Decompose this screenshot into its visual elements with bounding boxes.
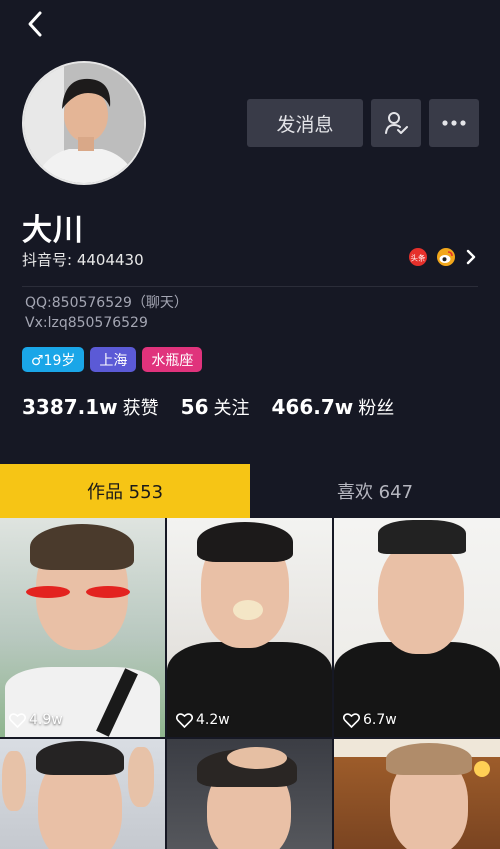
more-button[interactable] <box>429 99 479 147</box>
douyin-id: 抖音号: 4404430 <box>22 251 144 269</box>
content-tabs: 作品 553 喜欢 647 <box>0 464 500 518</box>
more-dots-icon <box>442 120 466 126</box>
video-thumbnail[interactable] <box>334 739 500 849</box>
profile-tags: ♂19岁 上海 水瓶座 <box>22 347 203 372</box>
video-like-count: 4.2w <box>176 712 230 728</box>
stat-fans[interactable]: 466.7w 粉丝 <box>272 394 395 420</box>
stat-likes: 3387.1w 获赞 <box>22 394 159 420</box>
stat-fans-label: 粉丝 <box>358 398 395 419</box>
follow-user-icon <box>385 112 408 134</box>
tag-zodiac: 水瓶座 <box>142 347 203 372</box>
video-like-number: 4.9w <box>29 712 63 728</box>
video-thumbnail[interactable] <box>167 739 332 849</box>
chevron-right-icon[interactable] <box>464 248 478 266</box>
follow-button[interactable] <box>371 99 421 147</box>
bio: QQ:850576529（聊天） Vx:lzq850576529 <box>25 293 188 333</box>
tab-works[interactable]: 作品 553 <box>0 464 250 518</box>
video-like-count: 4.9w <box>9 712 63 728</box>
heart-icon <box>343 712 360 728</box>
video-thumbnail[interactable]: 6.7w <box>334 518 500 737</box>
toutiao-label: 头条 <box>411 253 426 263</box>
share-icons: 头条 <box>408 247 478 267</box>
avatar[interactable] <box>22 61 146 185</box>
profile-name: 大川 <box>22 213 84 248</box>
send-message-button[interactable]: 发消息 <box>247 99 363 147</box>
stat-fans-number: 466.7w <box>271 395 354 419</box>
video-like-number: 6.7w <box>363 712 397 728</box>
divider <box>22 286 478 287</box>
tag-location: 上海 <box>90 347 137 372</box>
stat-following-label: 关注 <box>213 398 250 419</box>
stat-following-number: 56 <box>180 395 209 419</box>
stat-following[interactable]: 56 关注 <box>181 394 250 420</box>
toutiao-icon[interactable]: 头条 <box>408 247 428 267</box>
video-grid: 4.9w 4.2w 6.7w <box>0 518 500 849</box>
video-thumbnail[interactable]: 4.2w <box>167 518 332 737</box>
heart-icon <box>176 712 193 728</box>
stat-likes-number: 3387.1w <box>22 395 118 419</box>
heart-icon <box>9 712 26 728</box>
video-like-count: 6.7w <box>343 712 397 728</box>
stat-likes-label: 获赞 <box>122 398 159 419</box>
video-thumbnail[interactable] <box>0 739 165 849</box>
video-thumbnail[interactable]: 4.9w <box>0 518 165 737</box>
tab-likes[interactable]: 喜欢 647 <box>250 464 500 518</box>
profile-stats: 3387.1w 获赞 56 关注 466.7w 粉丝 <box>22 394 394 420</box>
back-arrow-icon[interactable] <box>22 10 50 40</box>
bio-qq: QQ:850576529（聊天） <box>25 295 188 311</box>
video-like-number: 4.2w <box>196 712 230 728</box>
weibo-icon[interactable] <box>436 247 456 267</box>
bio-wechat: Vx:lzq850576529 <box>25 315 148 331</box>
tag-age-gender: ♂19岁 <box>22 347 85 372</box>
